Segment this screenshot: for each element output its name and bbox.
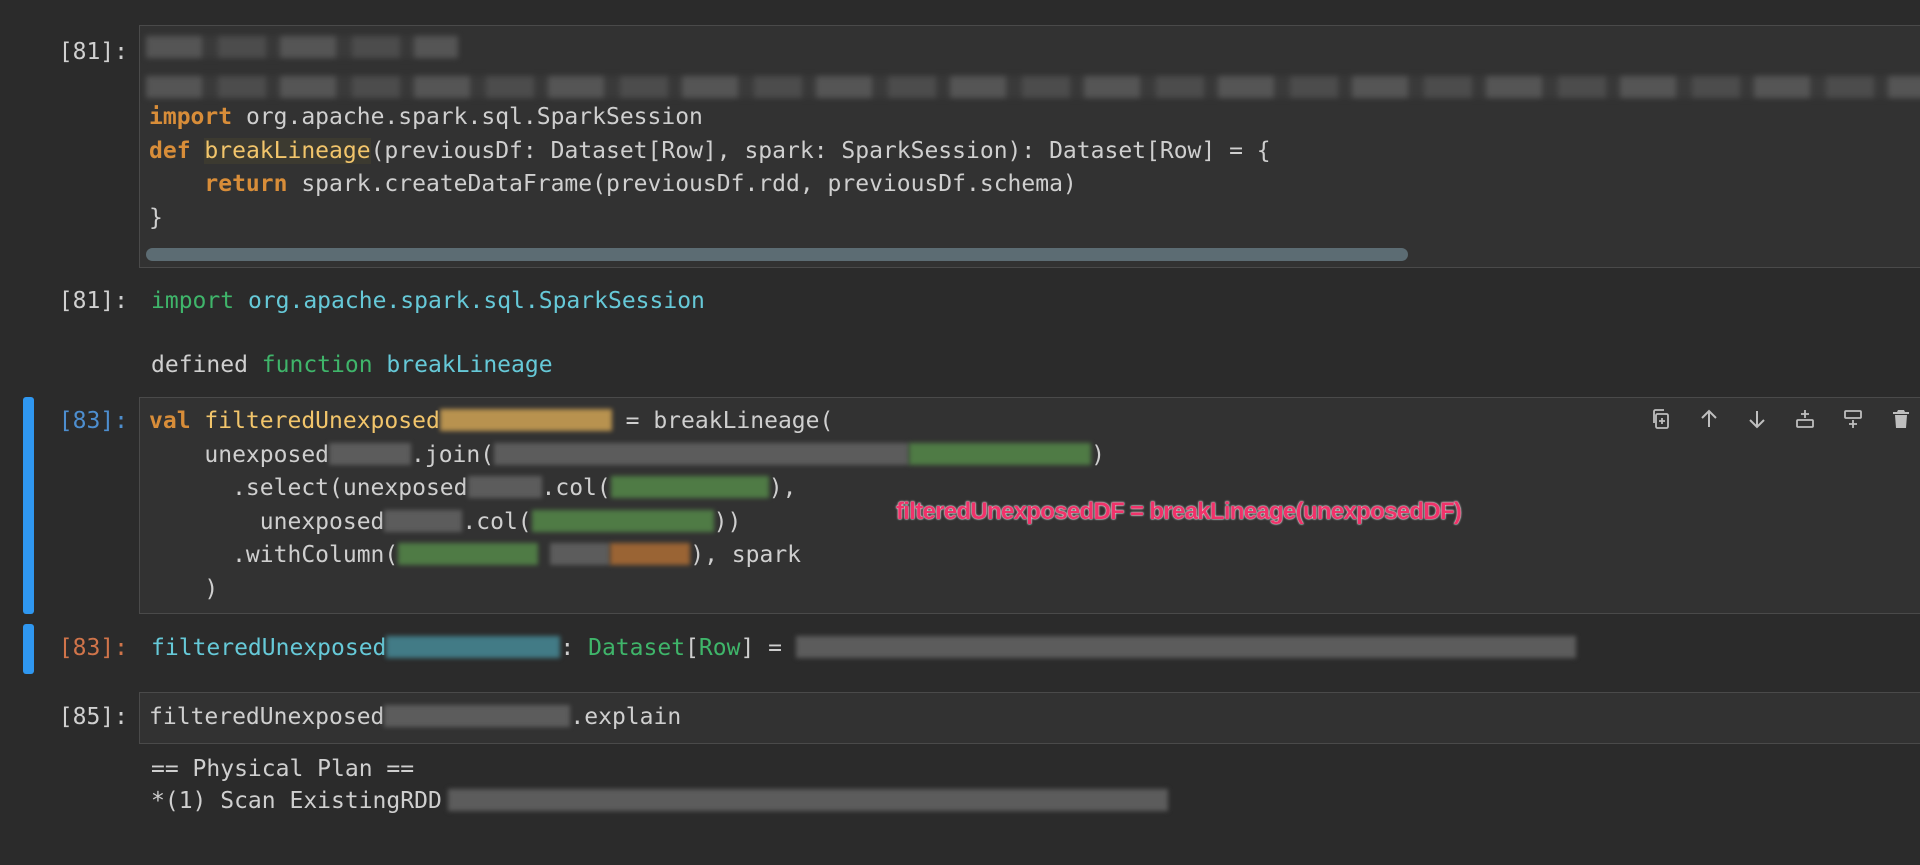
redacted-text [447,789,1168,811]
delete-icon[interactable] [1888,406,1914,432]
code-text: )) [713,508,742,535]
code-cell-editor[interactable]: filteredUnexposed .explain [139,692,1920,744]
type-name: Dataset [588,635,686,661]
output-line: import org.apache.spark.sql.SparkSession [151,285,705,318]
code-text: (previousDf: Dataset[Row], spark: SparkS… [370,137,1271,164]
output-line: filteredUnexposed: Dataset[Row] = [151,632,1576,665]
code-text: .join( [411,441,495,468]
output-line: defined function breakLineage [151,349,553,382]
output-text: defined [151,352,262,378]
output-line: *(1) Scan ExistingRDD [151,785,1168,818]
code-text: unexposed [149,508,385,535]
keyword: def [149,137,191,164]
input-prompt: [81]: [58,39,128,65]
code-text: .explain [570,704,682,730]
redacted-text [384,705,571,727]
output-text: : [560,635,589,661]
notebook: [81]: import org.apache.spark.sql.SparkS… [0,0,1920,865]
output-text: ] [740,635,755,661]
insert-below-icon[interactable] [1840,406,1866,432]
output-text: breakLineage [372,352,553,378]
code-text: ), spark [690,542,802,568]
insert-above-icon[interactable] [1792,406,1818,432]
redacted-text [386,636,561,658]
code-text: ), [768,475,797,501]
output-text: filteredUnexposed [151,635,387,661]
output-text: = [754,635,796,661]
input-prompt: [85]: [58,704,128,730]
redacted-text [439,409,612,431]
code-text: filteredUnexposed [149,704,385,730]
code-text: .col( [462,508,532,535]
code-text: unexposed [149,441,330,468]
keyword: val [149,408,191,434]
code-text: ) [149,575,219,602]
output-prompt: [81]: [58,288,128,314]
output-text: org.apache.spark.sql.SparkSession [234,288,705,314]
cell-toolbar [1648,406,1914,432]
output-text: [ [685,635,699,661]
move-up-icon[interactable] [1696,406,1722,432]
redacted-text [329,442,412,465]
code-block: import org.apache.spark.sql.SparkSession… [149,101,1271,235]
code-text: .withColumn( [149,542,399,568]
code-text: } [149,204,163,231]
code-text: spark.createDataFrame(previousDf.rdd, pr… [287,171,1077,197]
code-cell-editor[interactable]: import org.apache.spark.sql.SparkSession… [139,25,1920,268]
input-prompt: [83]: [58,408,128,434]
code-text: .col( [541,475,611,501]
function-name: breakLineage [204,137,371,164]
redacted-text [384,509,463,532]
variable-name: filteredUnexposed [190,408,440,434]
keyword: function [261,352,373,378]
keyword: import [151,288,235,314]
redacted-text [610,476,769,498]
redacted-text [494,442,910,465]
redacted-text [398,543,539,565]
redacted-text [610,543,691,565]
type-name: Row [698,635,741,661]
redacted-comment-line [146,36,458,58]
annotation-text: filteredUnexposedDF = breakLineage(unexp… [896,498,1462,525]
redacted-text [531,509,714,532]
duplicate-icon[interactable] [1648,406,1674,432]
code-text: = breakLineage( [611,408,834,434]
horizontal-scrollbar[interactable] [146,248,1408,261]
redacted-text [909,442,1092,465]
redacted-text [795,636,1576,658]
output-prompt: [83]: [58,635,128,661]
output-text: *(1) Scan ExistingRDD [151,788,442,814]
redacted-text [467,476,542,498]
move-down-icon[interactable] [1744,406,1770,432]
keyword: return [204,171,288,197]
output-line: == Physical Plan == [151,756,415,782]
code-text: org.apache.spark.sql.SparkSession [232,104,703,130]
keyword: import [149,104,233,130]
code-block: filteredUnexposed .explain [149,701,681,735]
redacted-text [550,543,611,565]
code-text: ) [1091,441,1105,468]
code-text: .select(unexposed [149,475,468,501]
redacted-comment-line [146,76,1920,98]
